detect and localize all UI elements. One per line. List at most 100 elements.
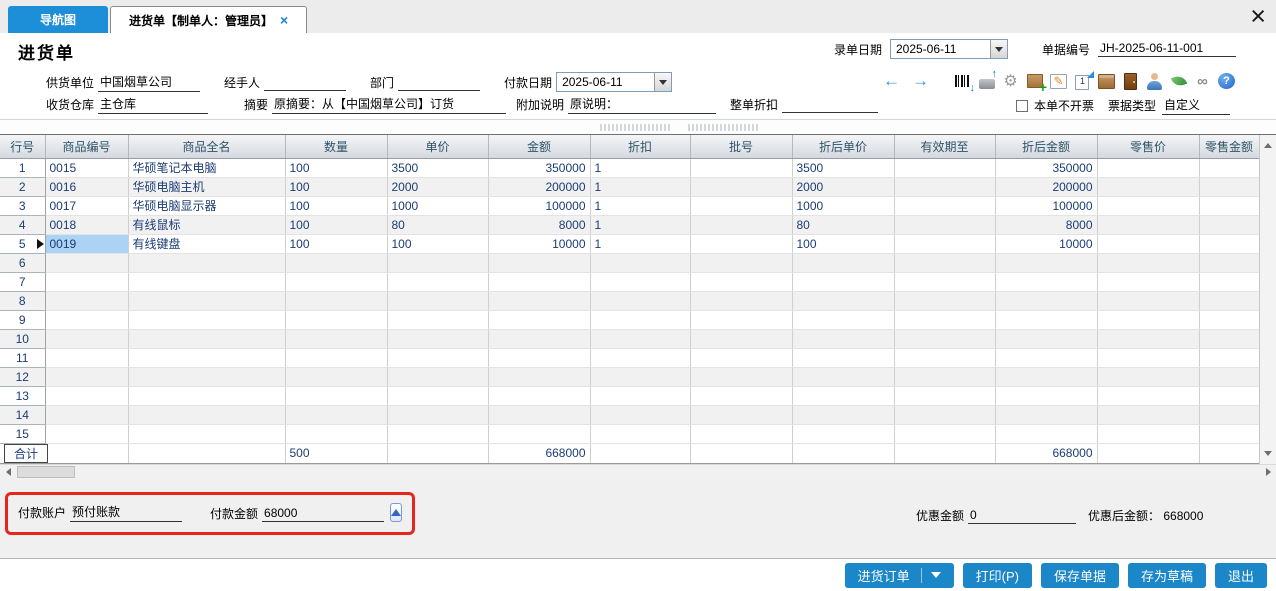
- cell-disc_amount[interactable]: [995, 253, 1097, 272]
- cell-amount[interactable]: [488, 405, 590, 424]
- cell-price[interactable]: [387, 367, 488, 386]
- cell-name[interactable]: [128, 310, 285, 329]
- cell-retail_amount[interactable]: [1199, 196, 1259, 215]
- cell-retail_amount[interactable]: [1199, 158, 1259, 177]
- cell-name[interactable]: [128, 367, 285, 386]
- user-icon[interactable]: [1145, 72, 1164, 90]
- column-header-qty[interactable]: 数量: [285, 135, 387, 158]
- column-header-disc_amount[interactable]: 折后金额: [995, 135, 1097, 158]
- cell-amount[interactable]: [488, 424, 590, 443]
- cell-valid[interactable]: [894, 405, 995, 424]
- purchase-order-menu-button[interactable]: 进货订单: [845, 563, 954, 588]
- cell-disc_price[interactable]: 3500: [792, 158, 894, 177]
- cell-code[interactable]: [45, 367, 128, 386]
- cell-name[interactable]: [128, 329, 285, 348]
- cell-qty[interactable]: 100: [285, 158, 387, 177]
- cell-batch[interactable]: [690, 291, 792, 310]
- cell-code[interactable]: [45, 310, 128, 329]
- cell-valid[interactable]: [894, 158, 995, 177]
- doc-no-field[interactable]: JH-2025-06-11-001: [1098, 41, 1236, 57]
- cell-retail[interactable]: [1097, 215, 1199, 234]
- save-draft-button[interactable]: 存为草稿: [1128, 563, 1206, 588]
- print-button[interactable]: 打印(P): [963, 563, 1032, 588]
- window-close-icon[interactable]: ×: [1250, 2, 1266, 30]
- column-header-disc[interactable]: 折扣: [590, 135, 690, 158]
- scroll-up-icon[interactable]: [1260, 137, 1276, 153]
- cell-valid[interactable]: [894, 196, 995, 215]
- cell-batch[interactable]: [690, 272, 792, 291]
- cell-code[interactable]: [45, 291, 128, 310]
- print-export-icon[interactable]: ↑: [977, 72, 996, 90]
- handler-field[interactable]: [264, 89, 346, 91]
- cell-valid[interactable]: [894, 386, 995, 405]
- cell-valid[interactable]: [894, 234, 995, 253]
- scroll-right-icon[interactable]: [1260, 465, 1276, 479]
- cell-retail_amount[interactable]: [1199, 177, 1259, 196]
- cell-price[interactable]: [387, 291, 488, 310]
- cell-disc_price[interactable]: [792, 405, 894, 424]
- cell-disc_amount[interactable]: [995, 329, 1097, 348]
- cell-qty[interactable]: [285, 367, 387, 386]
- cell-disc[interactable]: [590, 329, 690, 348]
- cell-name[interactable]: 华硕电脑主机: [128, 177, 285, 196]
- cell-price[interactable]: 100: [387, 234, 488, 253]
- cell-valid[interactable]: [894, 215, 995, 234]
- cell-disc_amount[interactable]: 350000: [995, 158, 1097, 177]
- cell-code[interactable]: [45, 348, 128, 367]
- row-number-cell[interactable]: 8: [0, 291, 45, 310]
- cell-code[interactable]: [45, 386, 128, 405]
- column-header-name[interactable]: 商品全名: [128, 135, 285, 158]
- cell-batch[interactable]: [690, 158, 792, 177]
- tab-navigation-map[interactable]: 导航图: [8, 6, 108, 33]
- cell-name[interactable]: 有线键盘: [128, 234, 285, 253]
- cell-disc[interactable]: [590, 253, 690, 272]
- row-number-cell[interactable]: 14: [0, 405, 45, 424]
- leaf-icon[interactable]: [1169, 72, 1188, 90]
- cell-retail_amount[interactable]: [1199, 405, 1259, 424]
- note-field[interactable]: 原说明：: [568, 95, 716, 114]
- discount-amount-field[interactable]: 0: [968, 508, 1076, 524]
- cell-valid[interactable]: [894, 348, 995, 367]
- dropdown-arrow-icon[interactable]: [931, 572, 941, 578]
- exit-door-icon[interactable]: [1121, 72, 1140, 90]
- cell-disc[interactable]: [590, 291, 690, 310]
- cell-amount[interactable]: [488, 348, 590, 367]
- cell-valid[interactable]: [894, 272, 995, 291]
- scroll-left-icon[interactable]: [0, 465, 16, 479]
- cell-code[interactable]: 0018: [45, 215, 128, 234]
- cell-disc[interactable]: [590, 310, 690, 329]
- settings-gear-icon[interactable]: ⚙: [1001, 72, 1020, 90]
- cell-amount[interactable]: [488, 386, 590, 405]
- payment-amount-field[interactable]: 68000: [262, 506, 384, 522]
- cell-batch[interactable]: [690, 405, 792, 424]
- cell-valid[interactable]: [894, 177, 995, 196]
- cell-batch[interactable]: [690, 424, 792, 443]
- cell-price[interactable]: [387, 386, 488, 405]
- cell-valid[interactable]: [894, 329, 995, 348]
- add-goods-icon[interactable]: +: [1025, 72, 1044, 90]
- cell-retail[interactable]: [1097, 329, 1199, 348]
- cell-retail_amount[interactable]: [1199, 329, 1259, 348]
- cell-disc_amount[interactable]: [995, 367, 1097, 386]
- splitter-bar[interactable]: [0, 119, 1276, 134]
- cell-retail[interactable]: [1097, 367, 1199, 386]
- column-header-valid[interactable]: 有效期至: [894, 135, 995, 158]
- cell-name[interactable]: [128, 386, 285, 405]
- tab-purchase-order[interactable]: 进货单【制单人：管理员】×: [110, 6, 307, 33]
- row-number-cell[interactable]: 4: [0, 215, 45, 234]
- cell-disc_price[interactable]: [792, 424, 894, 443]
- cell-amount[interactable]: 100000: [488, 196, 590, 215]
- cell-disc_price[interactable]: [792, 367, 894, 386]
- edit-note-icon[interactable]: ✎: [1049, 72, 1068, 90]
- summary-field[interactable]: 原摘要：从【中国烟草公司】订货: [272, 95, 506, 114]
- exit-button[interactable]: 退出: [1215, 563, 1267, 588]
- cell-disc_amount[interactable]: [995, 310, 1097, 329]
- cell-amount[interactable]: [488, 253, 590, 272]
- cell-name[interactable]: [128, 253, 285, 272]
- row-number-cell[interactable]: 1: [0, 158, 45, 177]
- cell-batch[interactable]: [690, 253, 792, 272]
- cell-disc[interactable]: 1: [590, 234, 690, 253]
- cell-qty[interactable]: [285, 329, 387, 348]
- cell-retail[interactable]: [1097, 253, 1199, 272]
- row-number-cell[interactable]: 12: [0, 367, 45, 386]
